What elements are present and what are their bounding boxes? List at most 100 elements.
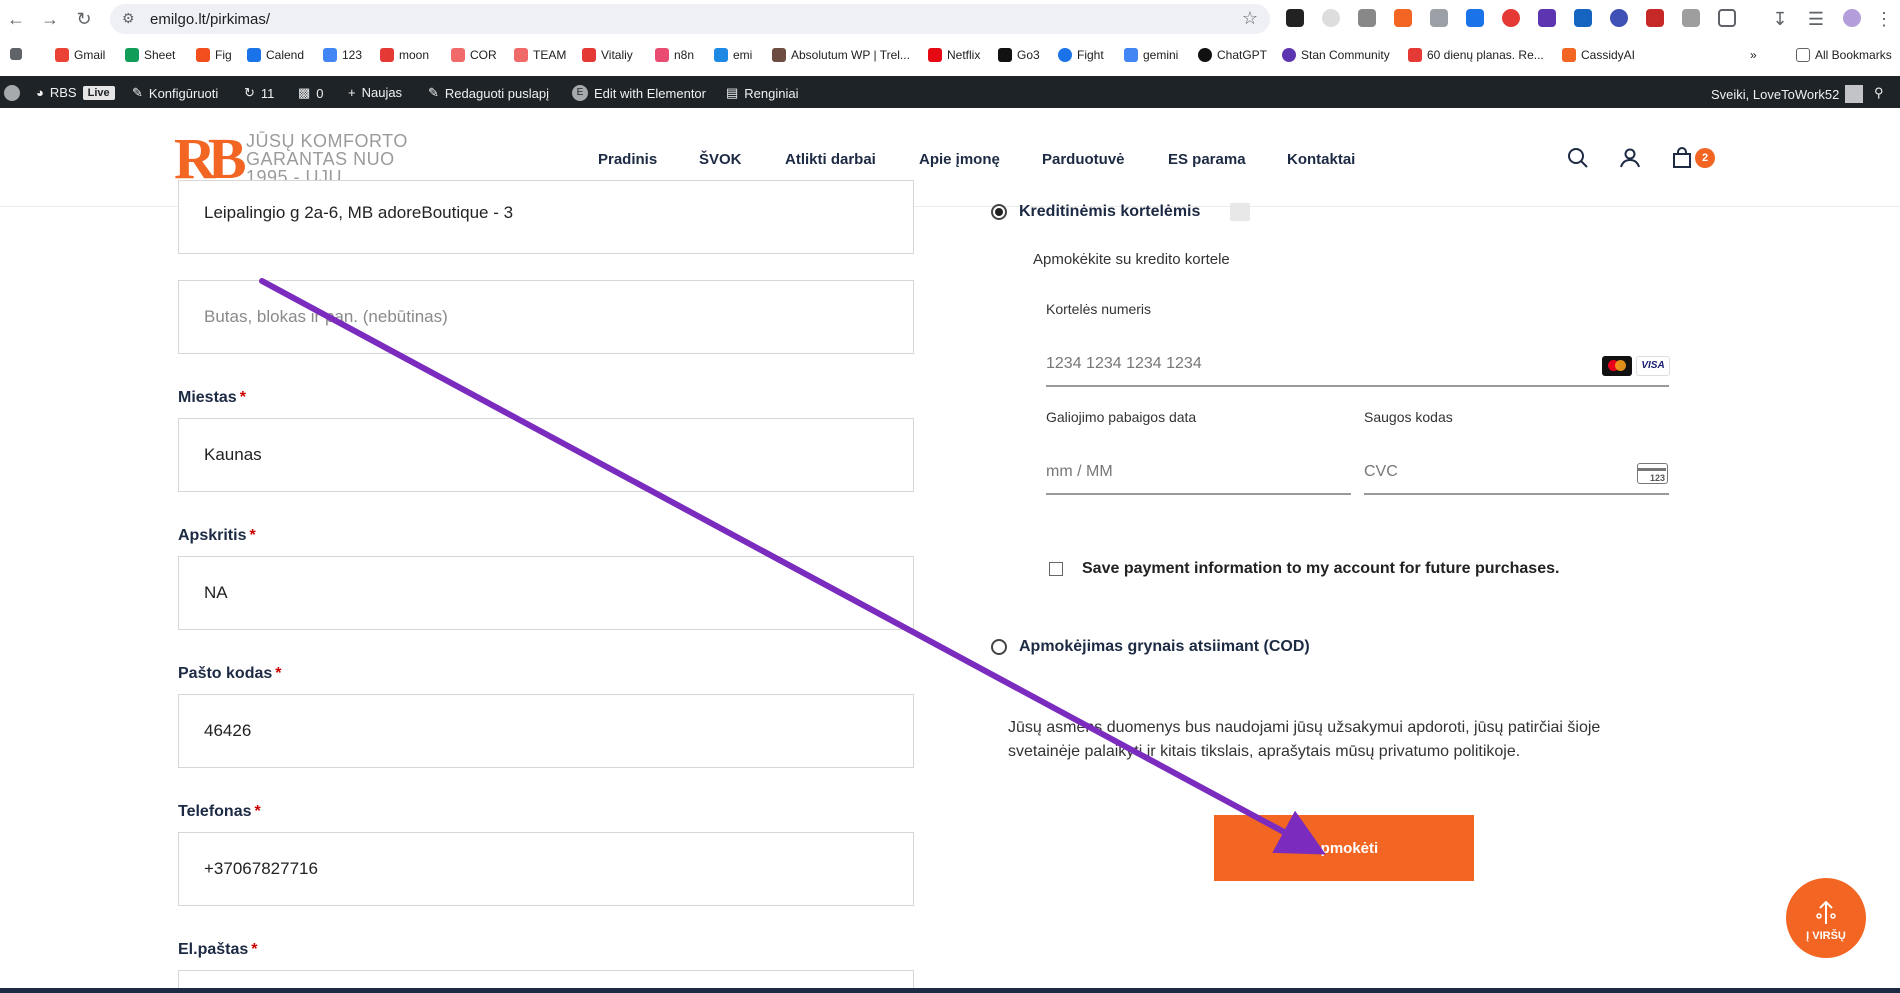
county-input[interactable] (204, 557, 894, 629)
extension-icon[interactable] (1322, 9, 1340, 27)
address-bar[interactable]: ⚙ emilgo.lt/pirkimas/ ☆ (110, 4, 1270, 34)
nav-item-projects[interactable]: Atlikti darbai (785, 151, 876, 168)
wp-site-link[interactable]: ◕ RBS Live (36, 85, 115, 100)
camera-icon[interactable] (1358, 9, 1376, 27)
back-icon[interactable]: ← (4, 7, 28, 31)
extension-icon[interactable] (1682, 9, 1700, 27)
account-icon[interactable] (1618, 146, 1642, 170)
bookmark-item[interactable]: n8n (655, 48, 694, 62)
all-bookmarks[interactable]: All Bookmarks (1796, 48, 1892, 62)
extension-icon[interactable] (1538, 9, 1556, 27)
scroll-top-label: Į VIRŠŲ (1806, 930, 1846, 942)
nav-item-home[interactable]: Pradinis (598, 151, 657, 168)
extension-icon[interactable] (1610, 9, 1628, 27)
bookmark-item[interactable]: Netflix (928, 48, 980, 62)
bookmark-item[interactable]: emi (714, 48, 752, 62)
extension-icon[interactable] (1466, 9, 1484, 27)
bookmark-item[interactable]: gemini (1124, 48, 1178, 62)
extension-icon[interactable] (1646, 9, 1664, 27)
card-payment-radio[interactable] (991, 204, 1007, 220)
bookmark-item[interactable]: CassidyAI (1562, 48, 1635, 62)
expiry-input[interactable] (1046, 451, 1351, 495)
extension-icon[interactable] (1502, 9, 1520, 27)
pencil-icon: ✎ (428, 85, 439, 100)
bookmark-item[interactable]: Calend (247, 48, 304, 62)
nav-item-about[interactable]: Apie įmonę (919, 151, 1000, 168)
nav-item-shop[interactable]: Parduotuvė (1042, 151, 1125, 168)
code-icon[interactable] (1430, 9, 1448, 27)
cart-icon[interactable] (1670, 146, 1694, 170)
bookmark-item[interactable]: COR (451, 48, 497, 62)
wp-search-icon[interactable]: ⚲ (1874, 85, 1884, 101)
pay-button[interactable]: Apmokėti (1214, 815, 1474, 881)
wp-events-link[interactable]: ▤ Renginiai (726, 85, 799, 101)
wp-customize-link[interactable]: ✎ Konfigūruoti (132, 85, 218, 101)
more-bookmarks-icon[interactable]: » (1750, 48, 1757, 62)
wordpress-logo-icon[interactable] (4, 85, 20, 101)
save-payment-label: Save payment information to my account f… (1082, 560, 1560, 577)
wp-edit-page-link[interactable]: ✎ Redaguoti puslapį (428, 85, 549, 101)
bookmark-item[interactable]: Gmail (55, 48, 105, 62)
bookmark-item[interactable]: 123 (323, 48, 362, 62)
download-icon[interactable]: ↧ (1768, 7, 1792, 31)
nav-item-eu-support[interactable]: ES parama (1168, 151, 1246, 168)
bookmark-star-icon[interactable]: ☆ (1242, 8, 1258, 29)
bookmark-item[interactable]: Stan Community (1282, 48, 1390, 62)
extension-icon[interactable] (1574, 9, 1592, 27)
apps-grid-icon[interactable] (10, 48, 22, 60)
apartment-field[interactable] (178, 280, 914, 354)
phone-label: Telefonas * (178, 803, 261, 820)
bookmark-item[interactable]: Fight (1058, 48, 1104, 62)
wp-new-link[interactable]: + Naujas (348, 85, 402, 100)
postcode-input[interactable] (204, 695, 894, 767)
city-field[interactable] (178, 418, 914, 492)
address-field[interactable] (178, 177, 914, 254)
reload-icon[interactable]: ↻ (72, 7, 96, 31)
privacy-notice: Jūsų asmens duomenys bus naudojami jūsų … (1008, 719, 1601, 760)
email-label: El.paštas * (178, 941, 258, 958)
nav-item-svok[interactable]: ŠVOK (699, 151, 742, 168)
bookmark-item[interactable]: Fig (196, 48, 232, 62)
address-url: emilgo.lt/pirkimas/ (150, 11, 271, 28)
bookmark-item[interactable]: Absolutum WP | Trel... (772, 48, 910, 62)
profile-avatar[interactable] (1843, 9, 1861, 27)
city-input[interactable] (204, 419, 894, 491)
phone-field[interactable] (178, 832, 914, 906)
bookmark-item[interactable]: ChatGPT (1198, 48, 1267, 62)
postcode-field[interactable] (178, 694, 914, 768)
wp-updates-link[interactable]: ↻ 11 (244, 85, 274, 101)
bookmark-item[interactable]: 60 dienų planas. Re... (1408, 48, 1544, 62)
cvc-input[interactable] (1364, 451, 1669, 495)
bookmark-item[interactable]: moon (380, 48, 429, 62)
bookmarks-bar: Gmail Sheet Fig Calend 123 moon COR TEAM… (0, 38, 1900, 76)
search-icon[interactable] (1566, 146, 1590, 170)
nav-item-contacts[interactable]: Kontaktai (1287, 151, 1355, 168)
refresh-icon: ↻ (244, 85, 255, 100)
brush-icon: ✎ (132, 85, 143, 100)
forward-icon[interactable]: → (38, 7, 62, 31)
address-input[interactable] (204, 177, 894, 249)
bookmark-item[interactable]: Sheet (125, 48, 175, 62)
apartment-input[interactable] (204, 281, 894, 353)
save-payment-checkbox[interactable] (1049, 562, 1063, 576)
email-field[interactable] (178, 970, 914, 988)
extension-icon[interactable] (1394, 9, 1412, 27)
county-field[interactable] (178, 556, 914, 630)
bookmark-item[interactable]: TEAM (514, 48, 566, 62)
scroll-top-button[interactable]: Į VIRŠŲ (1786, 878, 1866, 958)
menu-kebab-icon[interactable]: ⋮ (1872, 7, 1896, 31)
bookmark-item[interactable]: Vitaliy (582, 48, 633, 62)
site-info-icon[interactable]: ⚙ (122, 10, 135, 27)
user-avatar (1845, 85, 1864, 103)
cod-payment-radio[interactable] (991, 639, 1007, 655)
wp-comments-link[interactable]: ▩ 0 (298, 85, 324, 101)
media-icon[interactable]: ☰ (1804, 7, 1828, 31)
phone-input[interactable] (204, 833, 894, 905)
card-number-input[interactable] (1046, 343, 1669, 387)
extensions-puzzle-icon[interactable] (1718, 9, 1736, 27)
extension-icon[interactable] (1286, 9, 1304, 27)
wp-elementor-link[interactable]: E Edit with Elementor (572, 85, 706, 101)
cvc-label: Saugos kodas (1364, 409, 1453, 425)
bookmark-item[interactable]: Go3 (998, 48, 1040, 62)
wp-account-link[interactable]: Sveiki, LoveToWork52 (1711, 85, 1864, 103)
